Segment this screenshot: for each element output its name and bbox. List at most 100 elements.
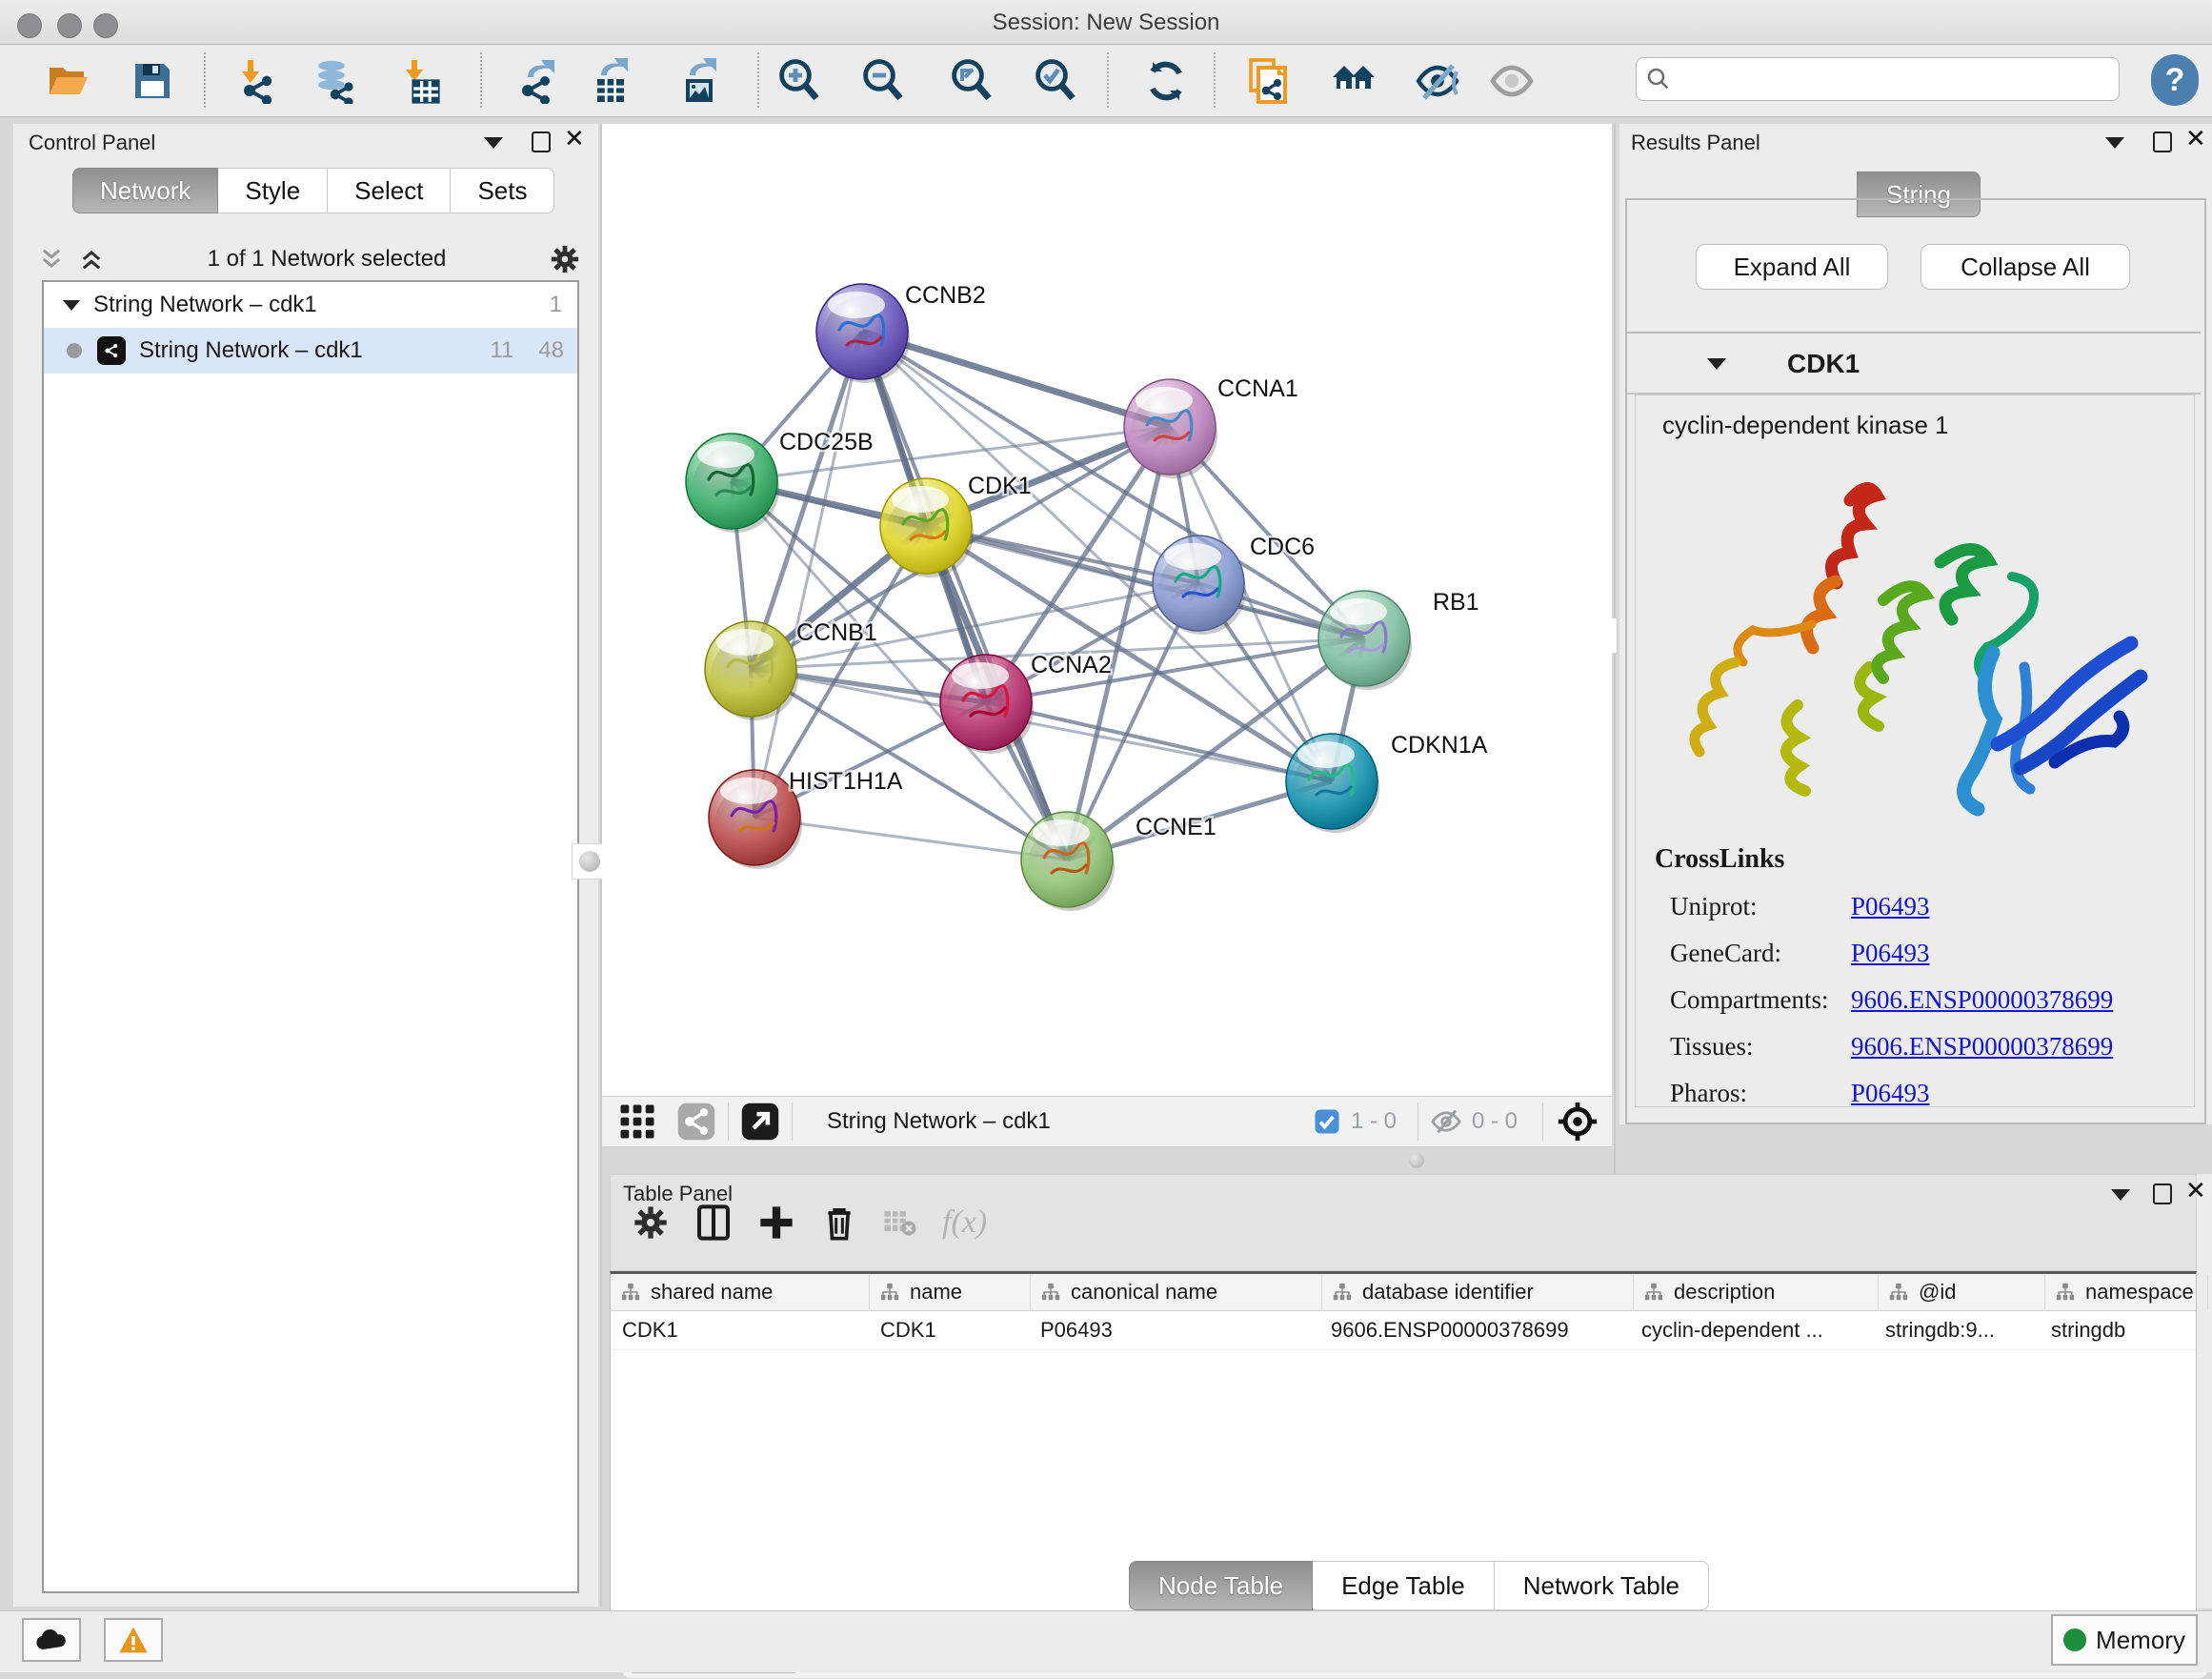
- table-cell[interactable]: stringdb: [2040, 1311, 2202, 1349]
- table-options-gear-icon[interactable]: [632, 1204, 670, 1242]
- node-CCNB1[interactable]: [705, 621, 798, 720]
- crosslink-link[interactable]: 9606.ENSP00000378699: [1851, 1032, 2113, 1062]
- column-header-namespace[interactable]: namespace: [2045, 1274, 2208, 1310]
- tab-network-table[interactable]: Network Table: [1495, 1561, 1709, 1610]
- panel-close-icon[interactable]: ✕: [564, 130, 585, 149]
- node-CCNA2[interactable]: [940, 655, 1034, 754]
- export-image-icon[interactable]: [676, 58, 722, 104]
- hide-selected-icon[interactable]: [1415, 58, 1460, 104]
- tab-edge-table[interactable]: Edge Table: [1313, 1561, 1495, 1610]
- crosslink-link[interactable]: P06493: [1851, 939, 1930, 968]
- toolbar-divider: [728, 1102, 729, 1141]
- import-table-file-icon[interactable]: [398, 58, 444, 104]
- tab-sets[interactable]: Sets: [451, 168, 554, 213]
- add-column-icon[interactable]: [757, 1204, 795, 1242]
- table-cell[interactable]: CDK1: [611, 1311, 869, 1349]
- table-row[interactable]: CDK1CDK1P064939606.ENSP00000378699cyclin…: [611, 1311, 2196, 1350]
- node-CDKN1A[interactable]: [1286, 734, 1379, 833]
- node-CDK1[interactable]: [880, 478, 974, 577]
- delete-column-icon[interactable]: [820, 1204, 858, 1242]
- open-file-icon[interactable]: [46, 58, 91, 104]
- crosslink-label: GeneCard:: [1670, 939, 1851, 968]
- expand-all-icon[interactable]: [78, 245, 105, 273]
- column-header-description[interactable]: description: [1634, 1274, 1879, 1310]
- node-CCNA1[interactable]: [1124, 379, 1217, 478]
- warnings-button[interactable]: [104, 1618, 163, 1662]
- title-bar: Session: New Session: [0, 0, 2212, 45]
- section-collapse-icon[interactable]: [1707, 358, 1726, 370]
- crosslink-row: Compartments:9606.ENSP00000378699: [1670, 985, 2194, 1015]
- panel-float-icon[interactable]: [2153, 1183, 2172, 1204]
- zoom-fit-icon[interactable]: [949, 58, 995, 104]
- table-cell[interactable]: stringdb:9...: [1874, 1311, 2040, 1349]
- clone-network-icon[interactable]: [1247, 58, 1293, 104]
- node-label-CCNB2: CCNB2: [905, 282, 986, 309]
- protein-section: CDK1 cyclin-dependent kinase 1: [1627, 335, 2201, 1119]
- node-CDC25B[interactable]: [686, 434, 779, 533]
- collapse-all-button[interactable]: Collapse All: [1920, 244, 2130, 290]
- string-network-graph[interactable]: CCNB2CCNA1CDC25BCDK1CDC6RB1CCNB1CCNA2CDK…: [602, 124, 1612, 1096]
- protein-section-header[interactable]: CDK1: [1627, 335, 2201, 394]
- import-network-file-icon[interactable]: [234, 58, 280, 104]
- collapse-all-icon[interactable]: [38, 245, 65, 273]
- edge-CCNB2-HIST1H1A[interactable]: [754, 332, 862, 818]
- memory-button[interactable]: Memory: [2051, 1614, 2198, 1666]
- network-view-canvas[interactable]: CCNB2CCNA1CDC25BCDK1CDC6RB1CCNB1CCNA2CDK…: [602, 124, 1612, 1096]
- panel-float-icon[interactable]: [532, 131, 551, 152]
- save-session-icon[interactable]: [130, 58, 175, 104]
- crosslink-link[interactable]: P06493: [1851, 892, 1930, 921]
- open-in-window-icon[interactable]: [740, 1102, 780, 1142]
- tree-expand-icon[interactable]: [63, 300, 80, 311]
- show-all-icon[interactable]: [1489, 58, 1535, 104]
- network-collection-row[interactable]: String Network – cdk1 1: [44, 282, 577, 328]
- export-table-icon[interactable]: [588, 58, 633, 104]
- panel-menu-icon[interactable]: [484, 137, 503, 149]
- node-CCNE1[interactable]: [1021, 812, 1115, 911]
- column-header-id[interactable]: @id: [1879, 1274, 2045, 1310]
- fit-content-crosshair-icon[interactable]: [1557, 1101, 1599, 1143]
- node-CDC6[interactable]: [1153, 536, 1246, 635]
- panel-close-icon[interactable]: ✕: [2185, 1182, 2206, 1201]
- crosslink-link[interactable]: P06493: [1851, 1079, 1930, 1107]
- panel-menu-icon[interactable]: [2105, 137, 2124, 149]
- current-network-name: String Network – cdk1: [827, 1108, 1051, 1135]
- tab-node-table[interactable]: Node Table: [1129, 1561, 1313, 1610]
- table-cell[interactable]: CDK1: [869, 1311, 1029, 1349]
- zoom-in-icon[interactable]: [776, 58, 822, 104]
- tab-style[interactable]: Style: [218, 168, 328, 213]
- table-cell[interactable]: 9606.ENSP00000378699: [1319, 1311, 1630, 1349]
- column-header-name[interactable]: name: [870, 1274, 1031, 1310]
- string-network-icon: [97, 336, 126, 365]
- network-row-selected[interactable]: String Network – cdk1 11 48: [44, 328, 577, 374]
- panel-float-icon[interactable]: [2153, 131, 2172, 152]
- home-networks-icon[interactable]: [1331, 58, 1377, 104]
- edge-CCNA2-CDKN1A[interactable]: [986, 702, 1332, 781]
- tab-select[interactable]: Select: [328, 168, 451, 213]
- network-options-gear-icon[interactable]: [549, 243, 581, 275]
- export-network-icon[interactable]: [514, 58, 560, 104]
- import-network-database-icon[interactable]: [312, 58, 358, 104]
- zoom-selected-icon[interactable]: [1033, 58, 1078, 104]
- show-columns-icon[interactable]: [694, 1204, 733, 1242]
- column-header-database-identifier[interactable]: database identifier: [1322, 1274, 1634, 1310]
- refresh-layout-icon[interactable]: [1143, 58, 1189, 104]
- cloud-status-button[interactable]: [22, 1618, 81, 1662]
- network-share-icon[interactable]: [676, 1102, 716, 1142]
- zoom-out-icon[interactable]: [860, 58, 906, 104]
- column-header-shared-name[interactable]: shared name: [611, 1274, 870, 1310]
- panel-menu-icon[interactable]: [2111, 1189, 2130, 1201]
- search-input[interactable]: [1680, 66, 2119, 92]
- help-button[interactable]: ?: [2151, 54, 2199, 106]
- crosslink-link[interactable]: 9606.ENSP00000378699: [1851, 985, 2113, 1015]
- selected-checkbox-icon[interactable]: [1313, 1107, 1341, 1136]
- table-cell[interactable]: cyclin-dependent ...: [1630, 1311, 1874, 1349]
- panel-close-icon[interactable]: ✕: [2185, 130, 2206, 149]
- tab-network[interactable]: Network: [72, 168, 218, 213]
- expand-all-button[interactable]: Expand All: [1696, 244, 1888, 290]
- birds-eye-grid-icon[interactable]: [617, 1102, 657, 1142]
- table-cell[interactable]: P06493: [1029, 1311, 1319, 1349]
- column-header-canonical-name[interactable]: canonical name: [1031, 1274, 1322, 1310]
- hidden-eye-icon[interactable]: [1430, 1105, 1462, 1138]
- node-RB1[interactable]: [1318, 591, 1412, 690]
- horizontal-splitter-handle[interactable]: [1409, 1153, 1424, 1168]
